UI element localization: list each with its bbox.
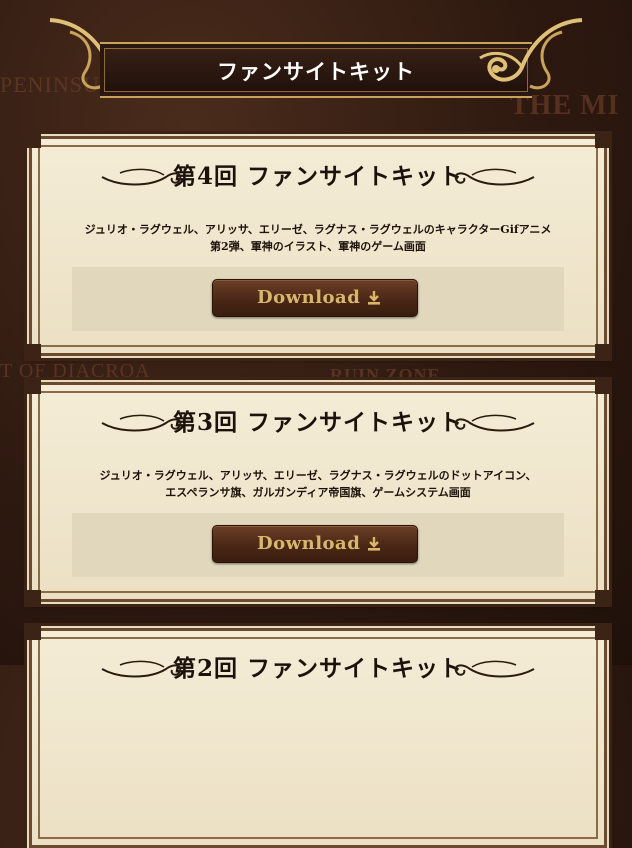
download-area: Download — [72, 267, 564, 331]
map-text-diacroa: T OF DIACROA — [0, 360, 151, 382]
flourish-right-icon — [479, 18, 583, 90]
scroll-ornament-icon — [454, 168, 535, 186]
download-button[interactable]: Download — [212, 279, 418, 317]
kit-description: ジュリオ・ラグウェル、アリッサ、エリーゼ、ラグナス・ラグウェルのドットアイコン、… — [99, 469, 537, 499]
download-icon — [368, 291, 380, 305]
scroll-ornament-icon — [454, 660, 535, 678]
kit-panel-3: 第3回 ファンサイトキット ジュリオ・ラグウェル、アリッサ、エリーゼ、ラグナス・… — [27, 380, 609, 604]
download-label: Download — [257, 533, 361, 554]
download-button[interactable]: Download — [212, 525, 418, 563]
kit-title: 第2回 ファンサイトキット — [172, 655, 463, 682]
download-area: Download — [72, 513, 564, 577]
scroll-ornament-icon — [454, 414, 535, 432]
kit-heading: 第3回 ファンサイトキット — [32, 405, 604, 441]
scroll-ornament-icon — [101, 660, 182, 678]
kit-heading: 第2回 ファンサイトキット — [32, 651, 604, 687]
download-icon — [368, 537, 380, 551]
header-banner: ファンサイトキット — [40, 12, 592, 102]
kit-title: 第4回 ファンサイトキット — [172, 163, 463, 190]
kit-heading: 第4回 ファンサイトキット — [32, 159, 604, 195]
kit-title: 第3回 ファンサイトキット — [172, 409, 463, 436]
scroll-ornament-icon — [101, 168, 182, 186]
download-label: Download — [257, 287, 361, 308]
kit-description: ジュリオ・ラグウェル、アリッサ、エリーゼ、ラグナス・ラグウェルのキャラクターGi… — [84, 223, 552, 253]
kit-panel-2: 第2回 ファンサイトキット — [27, 626, 609, 848]
kit-panel-4: 第4回 ファンサイトキット ジュリオ・ラグウェル、アリッサ、エリーゼ、ラグナス・… — [27, 134, 609, 358]
scroll-ornament-icon — [101, 414, 182, 432]
